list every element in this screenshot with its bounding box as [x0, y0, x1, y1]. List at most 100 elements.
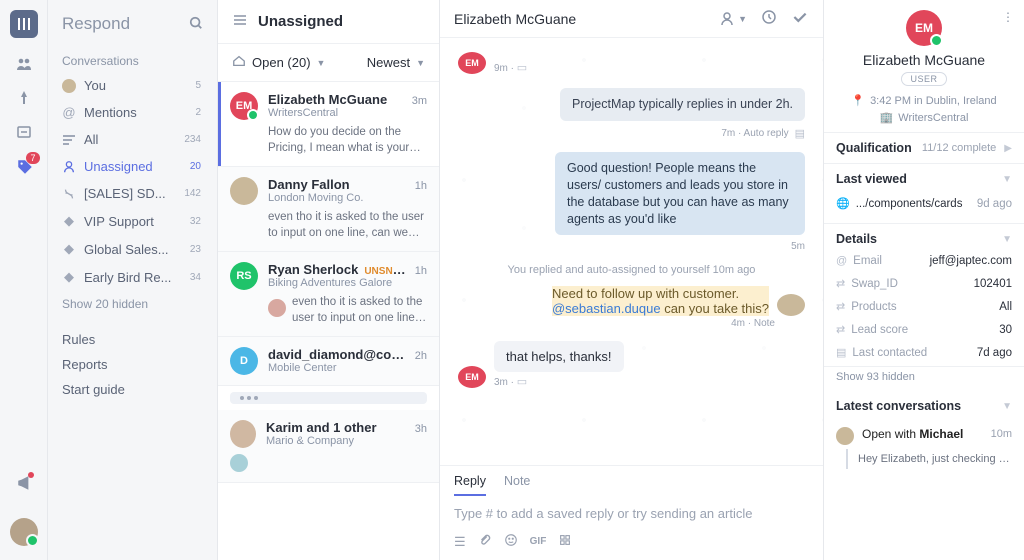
details-show-hidden[interactable]: Show 93 hidden — [824, 367, 1024, 391]
sidebar-item-label: You — [84, 78, 106, 93]
customer-avatar: EM — [458, 366, 486, 388]
composer-input[interactable] — [454, 506, 809, 521]
sidebar: Respond Conversations You 5 @ Mentions 2… — [48, 0, 218, 560]
system-event: You replied and auto-assigned to yoursel… — [458, 264, 805, 276]
sidebar-item-you[interactable]: You 5 — [48, 72, 217, 99]
sidebar-item-label: VIP Support — [84, 214, 154, 229]
composer: Reply Note ☰ GIF — [440, 465, 823, 560]
mini-avatar — [268, 299, 286, 317]
sort-toggle[interactable]: Newest ▼ — [367, 55, 425, 70]
conversation-item[interactable]: Karim and 1 other3h Mario & Company — [218, 410, 439, 483]
unsnoozed-tag: UNSNOOZED — [364, 266, 408, 277]
search-icon[interactable] — [189, 16, 203, 33]
sidebar-item-unassigned[interactable]: Unassigned 20 — [48, 153, 217, 180]
role-badge: USER — [901, 72, 946, 86]
avatar: RS — [230, 262, 258, 290]
card-icon: ▭ — [517, 376, 527, 388]
conversation-item[interactable]: Danny Fallon1h London Moving Co. even th… — [218, 167, 439, 252]
nav-reports[interactable]: Reports — [62, 352, 203, 377]
swap-icon: ⇄ — [836, 277, 845, 290]
agent-reply-bubble: Good question! People means the users/ c… — [555, 152, 805, 236]
chevron-down-icon: ▼ — [416, 58, 425, 68]
globe-icon: 🌐 — [836, 197, 850, 210]
details-panel: ⋮ EM Elizabeth McGuane USER 📍3:42 PM in … — [824, 0, 1024, 560]
latest-conversations-title: Latest conversations — [836, 399, 961, 413]
customer-name: Elizabeth McGuane — [863, 52, 985, 68]
swap-icon: ⇄ — [836, 300, 845, 313]
app-rail: 7 — [0, 0, 48, 560]
customer-avatar-large: EM — [906, 10, 942, 46]
composer-tab-reply[interactable]: Reply — [454, 474, 486, 496]
sidebar-item-label: All — [84, 132, 98, 147]
hamburger-icon[interactable] — [232, 12, 248, 31]
latest-conversation-row[interactable]: Open with Michael 10m — [836, 419, 1012, 449]
details-block: Details ▼ @Emailjeff@japtec.com ⇄Swap_ID… — [824, 224, 1024, 367]
chevron-down-icon[interactable]: ▼ — [1002, 174, 1012, 185]
latest-conversation-preview: Hey Elizabeth, just checking in on... — [846, 449, 1012, 469]
rail-people-icon[interactable] — [16, 56, 32, 72]
close-conversation-icon[interactable] — [791, 8, 809, 29]
details-title: Details — [836, 232, 877, 246]
mini-avatar — [230, 454, 248, 472]
attachment-icon[interactable] — [478, 533, 492, 550]
conversation-thread: Elizabeth McGuane ▼ EM 9m · ▭ ProjectMap… — [440, 0, 824, 560]
gif-icon[interactable]: GIF — [530, 536, 547, 547]
nav-section-title: Conversations — [48, 48, 217, 72]
nav-show-hidden[interactable]: Show 20 hidden — [48, 291, 217, 317]
calendar-icon: ▤ — [795, 127, 805, 140]
rail-send-icon[interactable] — [16, 90, 32, 106]
sidebar-item-all[interactable]: All 234 — [48, 126, 217, 153]
emoji-icon[interactable] — [504, 533, 518, 550]
latest-conversations-block: Latest conversations ▼ Open with Michael… — [824, 391, 1024, 477]
nav-rules[interactable]: Rules — [62, 327, 203, 352]
swap-icon: ⇄ — [836, 323, 845, 336]
qualification-title: Qualification — [836, 141, 912, 155]
inbox-open-icon — [232, 54, 246, 71]
conversation-item[interactable]: D david_diamond@comp...2h Mobile Center — [218, 337, 439, 386]
sidebar-item-label: Unassigned — [84, 159, 153, 174]
more-menu-icon[interactable]: ⋮ — [1002, 10, 1014, 24]
rail-tags-icon[interactable]: 7 — [16, 158, 32, 174]
sidebar-item-vip[interactable]: ◆ VIP Support 32 — [48, 207, 217, 235]
sidebar-item-label: Mentions — [84, 105, 137, 120]
conversation-item[interactable]: EM Elizabeth McGuane3m WritersCentral Ho… — [218, 82, 439, 167]
composer-tab-note[interactable]: Note — [504, 474, 530, 496]
mention[interactable]: @sebastian.duque — [552, 301, 661, 316]
avatar — [230, 177, 258, 205]
sidebar-item-global[interactable]: ◆ Global Sales... 23 — [48, 235, 217, 263]
filter-status[interactable]: Open (20) ▼ — [232, 54, 325, 71]
sidebar-item-earlybird[interactable]: ◆ Early Bird Re... 34 — [48, 263, 217, 291]
sidebar-item-sales[interactable]: [SALES] SD... 142 — [48, 180, 217, 207]
qualification-block[interactable]: Qualification 11/12 complete ▶ — [824, 133, 1024, 164]
sidebar-item-label: Early Bird Re... — [84, 270, 171, 285]
sidebar-item-label: [SALES] SD... — [84, 186, 166, 201]
megaphone-icon[interactable] — [16, 474, 32, 490]
conversation-item[interactable]: RS Ryan SherlockUNSNOOZED1h Biking Adven… — [218, 252, 439, 337]
company-icon: 🏢 — [880, 111, 894, 124]
rail-inbox-icon[interactable] — [16, 124, 32, 140]
chevron-down-icon: ▼ — [317, 58, 326, 68]
typing-indicator — [230, 392, 427, 404]
current-user-avatar[interactable] — [10, 518, 38, 546]
sidebar-item-mentions[interactable]: @ Mentions 2 — [48, 99, 217, 126]
chevron-down-icon[interactable]: ▼ — [1002, 401, 1012, 412]
last-viewed-block: Last viewed ▼ 🌐.../components/cards 9d a… — [824, 164, 1024, 224]
customer-reply-bubble: that helps, thanks! — [494, 341, 624, 372]
pin-icon: 📍 — [851, 94, 865, 107]
more-tools-icon[interactable] — [558, 533, 572, 550]
app-title: Respond — [62, 14, 130, 34]
agent-avatar — [777, 294, 805, 316]
last-viewed-title: Last viewed — [836, 172, 907, 186]
app-logo[interactable] — [10, 10, 38, 38]
assignee-picker[interactable]: ▼ — [719, 11, 747, 27]
snooze-icon[interactable] — [761, 9, 777, 28]
avatar — [230, 420, 256, 448]
saved-reply-icon[interactable]: ☰ — [454, 534, 466, 550]
nav-start-guide[interactable]: Start guide — [62, 377, 203, 402]
rail-tags-badge: 7 — [26, 152, 39, 164]
auto-reply-bubble: ProjectMap typically replies in under 2h… — [560, 88, 805, 121]
sidebar-item-label: Global Sales... — [84, 242, 169, 257]
at-icon: @ — [836, 255, 847, 267]
list-title: Unassigned — [258, 13, 343, 30]
chevron-down-icon[interactable]: ▼ — [1002, 234, 1012, 245]
